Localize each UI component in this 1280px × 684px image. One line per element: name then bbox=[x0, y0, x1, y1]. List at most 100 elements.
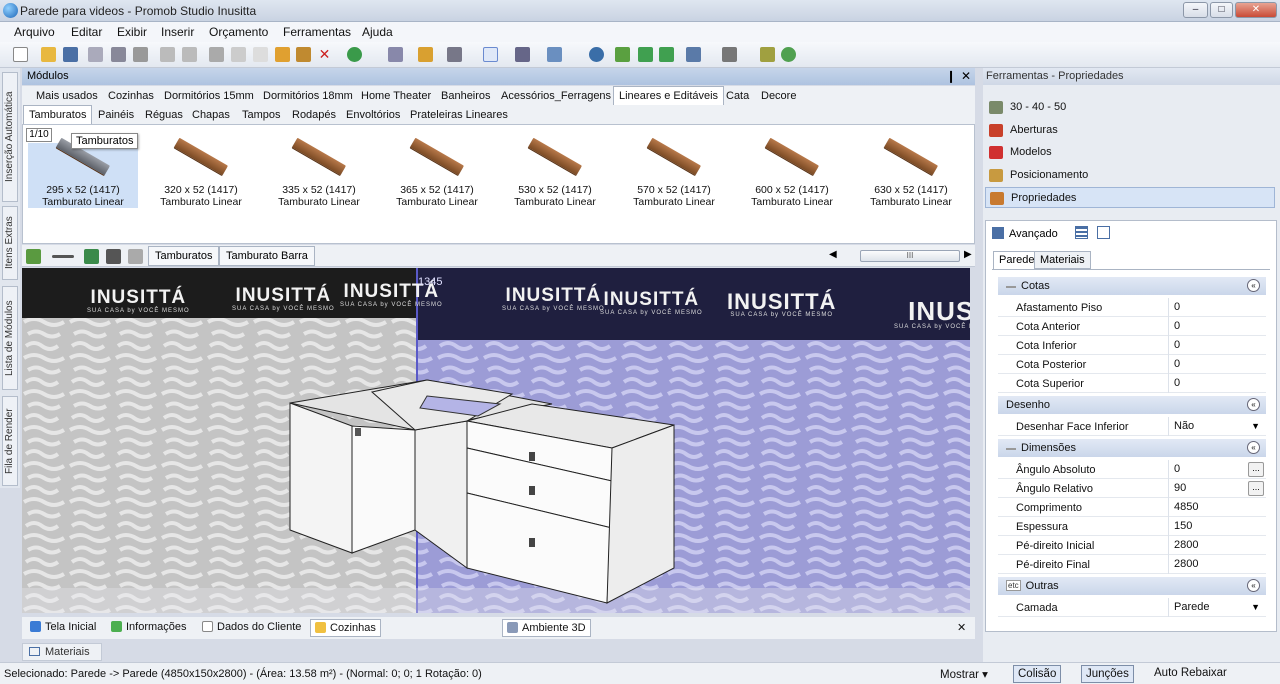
maximize-button[interactable]: □ bbox=[1210, 2, 1233, 18]
scroll-left-icon[interactable]: ◀ bbox=[829, 249, 837, 260]
property-value[interactable]: 2800 bbox=[1174, 539, 1198, 551]
colisao-toggle[interactable]: Colisão bbox=[1013, 665, 1062, 683]
tab-dormitorios-18[interactable]: Dormitórios 18mm bbox=[257, 86, 359, 105]
group-tab-tamburatos[interactable]: Tamburatos bbox=[148, 246, 220, 266]
redo-icon[interactable] bbox=[182, 47, 197, 62]
open-icon[interactable] bbox=[41, 47, 56, 62]
tab-acessorios[interactable]: Acessórios_Ferragens bbox=[495, 86, 617, 105]
menu-editar[interactable]: Editar bbox=[71, 25, 102, 39]
horizontal-scrollbar[interactable]: III bbox=[860, 250, 960, 262]
select-pointer-icon[interactable] bbox=[483, 47, 498, 62]
collapse-icon[interactable] bbox=[52, 255, 74, 258]
new-icon[interactable] bbox=[13, 47, 28, 62]
menu-inserir[interactable]: Inserir bbox=[161, 25, 194, 39]
tab-ambiente-3d[interactable]: Ambiente 3D bbox=[502, 619, 591, 637]
mostrar-button[interactable]: Mostrar ▾ bbox=[936, 665, 992, 683]
tab-reguas[interactable]: Réguas bbox=[139, 105, 189, 124]
tab-lineares-editaveis[interactable]: Lineares e Editáveis bbox=[613, 86, 725, 105]
property-value[interactable]: 0 bbox=[1174, 301, 1180, 313]
juncoes-toggle[interactable]: Junções bbox=[1081, 665, 1134, 683]
tab-prateleiras[interactable]: Prateleiras Lineares bbox=[404, 105, 514, 124]
property-value[interactable]: 0 bbox=[1174, 320, 1180, 332]
tab-tampos[interactable]: Tampos bbox=[236, 105, 287, 124]
bucket-icon[interactable] bbox=[296, 47, 311, 62]
property-value[interactable]: 0 bbox=[1174, 463, 1180, 475]
tab-dormitorios-15[interactable]: Dormitórios 15mm bbox=[158, 86, 260, 105]
alphabetic-view-icon[interactable] bbox=[1097, 226, 1110, 239]
render-icon[interactable] bbox=[781, 47, 796, 62]
close-tab-button[interactable]: ✕ bbox=[953, 619, 970, 637]
collapse-icon[interactable]: « bbox=[1247, 279, 1260, 292]
tab-cozinhas[interactable]: Cozinhas bbox=[102, 86, 160, 105]
paste-icon[interactable] bbox=[253, 47, 268, 62]
undo-icon[interactable] bbox=[160, 47, 175, 62]
prop-tab-materiais[interactable]: Materiais bbox=[1034, 251, 1091, 269]
tool-propriedades[interactable]: Propriedades bbox=[985, 187, 1275, 208]
measure-icon[interactable] bbox=[515, 47, 530, 62]
menu-orcamento[interactable]: Orçamento bbox=[209, 25, 268, 39]
pin-icon[interactable]: ❙ bbox=[946, 69, 956, 83]
property-value[interactable]: 90 bbox=[1174, 482, 1186, 494]
section-header[interactable]: Cotas « bbox=[998, 277, 1266, 295]
tab-decore[interactable]: Decore bbox=[755, 86, 802, 105]
menu-ajuda[interactable]: Ajuda bbox=[362, 25, 393, 39]
view-rotate-icon[interactable] bbox=[615, 47, 630, 62]
section-header[interactable]: etc Outras « bbox=[998, 577, 1266, 595]
menu-ferramentas[interactable]: Ferramentas bbox=[283, 25, 351, 39]
categorized-view-icon[interactable] bbox=[1075, 226, 1088, 239]
3d-viewport[interactable]: INUSITTÁ SUA CASA by VOCÊ MESMO INUSITTÁ SU… bbox=[22, 268, 970, 613]
tab-banheiros[interactable]: Banheiros bbox=[435, 86, 497, 105]
binoculars-icon[interactable] bbox=[106, 249, 121, 264]
module-item[interactable]: 600 x 52 (1417) Tamburato Linear bbox=[737, 137, 847, 208]
property-value[interactable]: Parede bbox=[1174, 601, 1209, 613]
ellipsis-button[interactable]: ... bbox=[1248, 481, 1264, 496]
dropdown-arrow-icon[interactable]: ▼ bbox=[1251, 421, 1260, 431]
tab-tela-inicial[interactable]: Tela Inicial bbox=[26, 619, 100, 637]
module-item[interactable]: 335 x 52 (1417) Tamburato Linear bbox=[264, 137, 374, 208]
side-tab-insercao[interactable]: Inserção Automática bbox=[2, 72, 18, 202]
side-tab-fila-render[interactable]: Fila de Render bbox=[2, 396, 18, 486]
collapse-icon[interactable]: « bbox=[1247, 441, 1260, 454]
arrow-left-icon[interactable] bbox=[638, 47, 653, 62]
module-item[interactable]: 570 x 52 (1417) Tamburato Linear bbox=[619, 137, 729, 208]
materials-tab[interactable]: Materiais bbox=[22, 643, 102, 661]
camera-view-icon[interactable] bbox=[686, 47, 701, 62]
module-item[interactable]: 530 x 52 (1417) Tamburato Linear bbox=[500, 137, 610, 208]
tab-envoltorios[interactable]: Envoltórios bbox=[340, 105, 406, 124]
copy-icon[interactable] bbox=[231, 47, 246, 62]
wand-icon[interactable] bbox=[760, 47, 775, 62]
shape-icon[interactable] bbox=[447, 47, 462, 62]
tool-30-40-50[interactable]: 30 - 40 - 50 bbox=[985, 97, 1275, 118]
view-eye-icon[interactable] bbox=[589, 47, 604, 62]
delete-icon[interactable]: ✕ bbox=[317, 47, 332, 62]
scroll-right-icon[interactable]: ▶ bbox=[964, 249, 972, 260]
paint-icon[interactable] bbox=[275, 47, 290, 62]
cut-icon[interactable] bbox=[209, 47, 224, 62]
filter-icon[interactable] bbox=[128, 249, 143, 264]
property-value[interactable]: 2800 bbox=[1174, 558, 1198, 570]
collapse-icon[interactable]: « bbox=[1247, 579, 1260, 592]
tab-mais-usados[interactable]: Mais usados bbox=[30, 86, 104, 105]
tab-home-theater[interactable]: Home Theater bbox=[355, 86, 437, 105]
tab-rodapes[interactable]: Rodapés bbox=[286, 105, 342, 124]
property-value[interactable]: 0 bbox=[1174, 377, 1180, 389]
tab-informacoes[interactable]: Informações bbox=[107, 619, 191, 637]
collapse-icon[interactable]: « bbox=[1247, 398, 1260, 411]
print-preview-icon[interactable] bbox=[88, 47, 103, 62]
refresh-icon[interactable] bbox=[26, 249, 41, 264]
box-icon[interactable] bbox=[722, 47, 737, 62]
side-tab-itens-extras[interactable]: Itens Extras bbox=[2, 206, 18, 280]
arrow-right-icon[interactable] bbox=[659, 47, 674, 62]
tab-dados-cliente[interactable]: Dados do Cliente bbox=[198, 619, 305, 637]
tab-cozinhas-project[interactable]: Cozinhas bbox=[310, 619, 381, 637]
cube-icon[interactable] bbox=[547, 47, 562, 62]
module-item[interactable]: 630 x 52 (1417) Tamburato Linear bbox=[856, 137, 966, 208]
menu-arquivo[interactable]: Arquivo bbox=[14, 25, 55, 39]
tool-posicionamento[interactable]: Posicionamento bbox=[985, 165, 1275, 186]
tab-cata[interactable]: Cata bbox=[720, 86, 755, 105]
grid-icon[interactable] bbox=[418, 47, 433, 62]
group-tab-tamburato-barra[interactable]: Tamburato Barra bbox=[219, 246, 315, 266]
export-icon[interactable] bbox=[133, 47, 148, 62]
minimize-button[interactable]: – bbox=[1183, 2, 1208, 18]
side-tab-lista-modulos[interactable]: Lista de Módulos bbox=[2, 286, 18, 390]
